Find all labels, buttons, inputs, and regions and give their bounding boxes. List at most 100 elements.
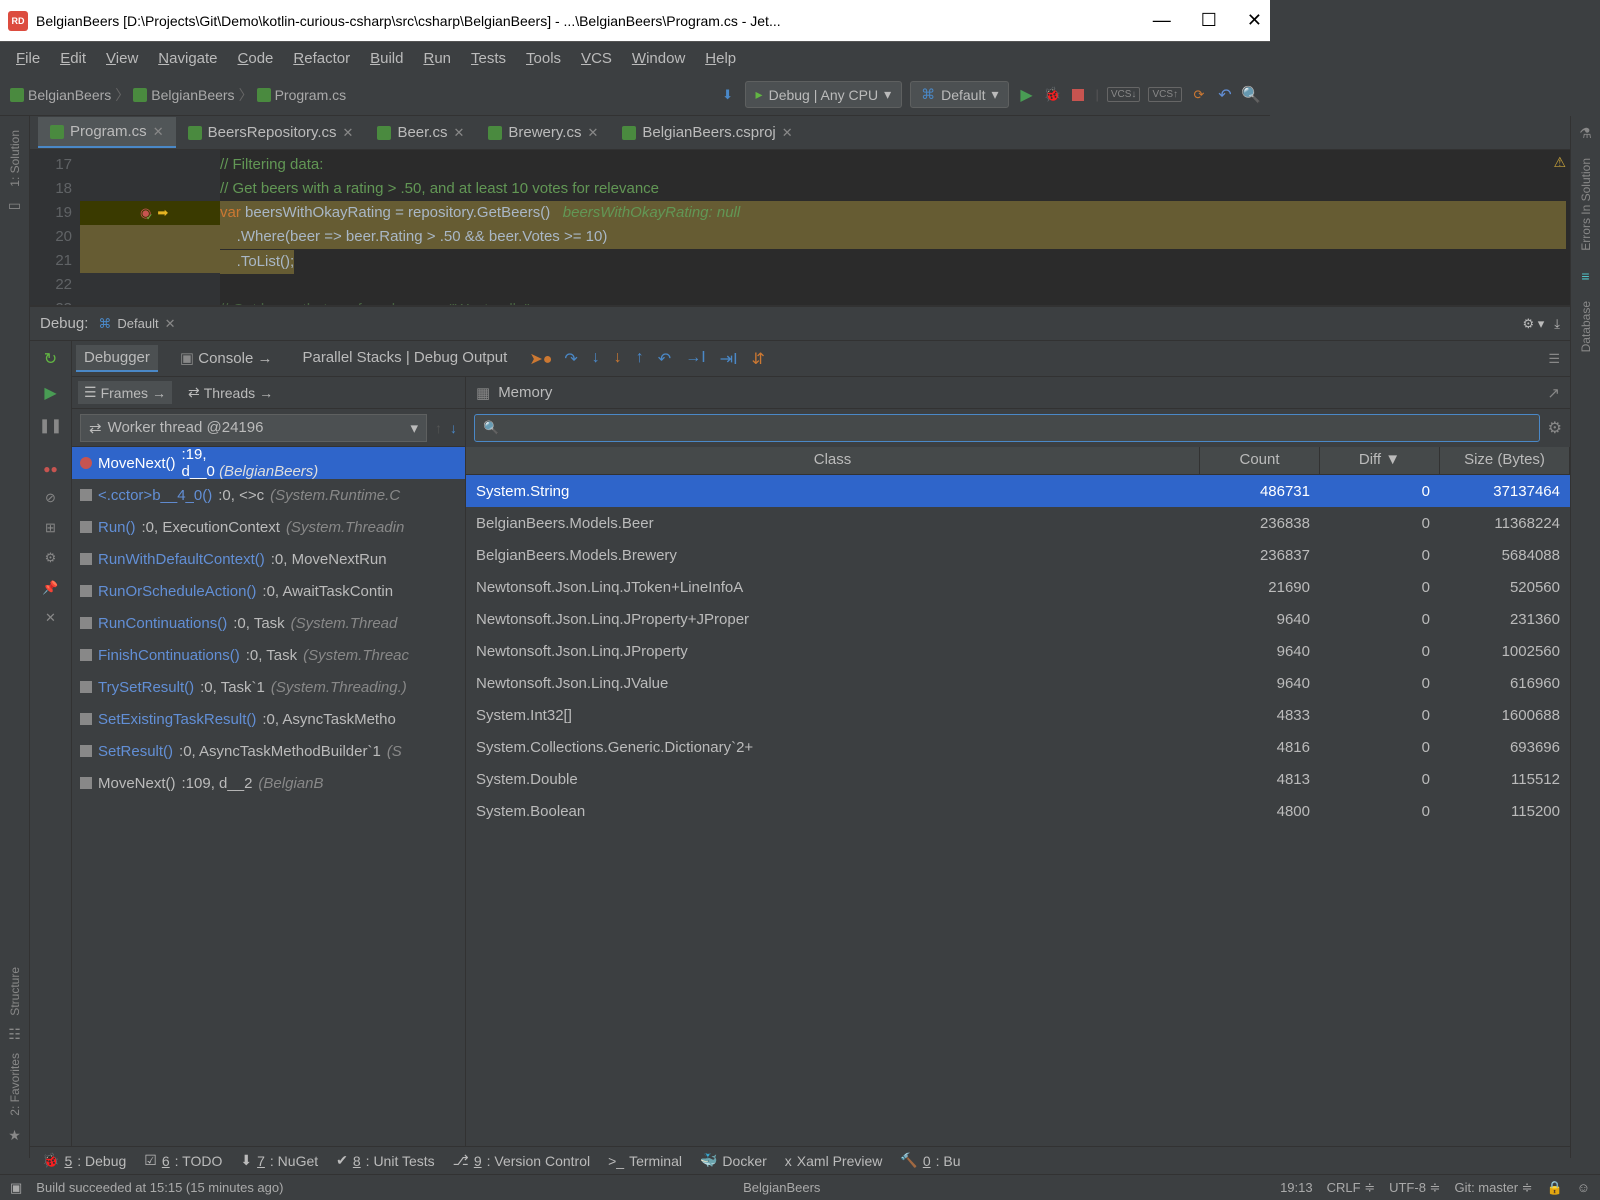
memory-row[interactable]: System.String486731037137464 (466, 475, 1570, 507)
memory-row[interactable]: BelgianBeers.Models.Brewery2368370568408… (466, 539, 1570, 571)
col-diff[interactable]: Diff ▼ (1320, 447, 1440, 474)
menu-tests[interactable]: Tests (463, 46, 514, 71)
settings-icon[interactable]: ⚙ ▾ (1522, 316, 1544, 332)
run-to-cursor-icon[interactable]: →I (685, 349, 705, 369)
memory-row[interactable]: Newtonsoft.Json.Linq.JProperty9640010025… (466, 635, 1570, 667)
layout-icon[interactable]: ☰ (1548, 351, 1570, 367)
step-into-icon[interactable]: ↓ (592, 349, 600, 369)
restore-layout-icon[interactable]: ↗ (1547, 384, 1560, 402)
memory-row[interactable]: System.Double48130115512 (466, 763, 1570, 795)
stop-button[interactable] (1069, 86, 1087, 104)
menu-view[interactable]: View (98, 46, 146, 71)
tool-nuget[interactable]: ⬇ 7: NuGet (240, 1152, 318, 1169)
editor-tab[interactable]: BelgianBeers.csproj ✕ (610, 118, 804, 147)
show-execution-point-icon[interactable]: ➤● (529, 349, 552, 369)
target-combo[interactable]: ⌘Default▾ (910, 81, 1009, 108)
menu-run[interactable]: Run (415, 46, 459, 71)
close-icon[interactable]: ✕ (343, 125, 354, 141)
breadcrumb-item[interactable]: Program.cs (257, 87, 347, 103)
console-tab[interactable]: ▣ Console → (172, 345, 281, 373)
mute-breakpoints-button[interactable]: ⊘ (45, 490, 56, 506)
memory-row[interactable]: BelgianBeers.Models.Beer236838011368224 (466, 507, 1570, 539)
frame-row[interactable]: RunOrScheduleAction():0, AwaitTaskContin (72, 575, 465, 607)
tool-unit-tests[interactable]: ✔ 8: Unit Tests (336, 1152, 435, 1169)
editor-tab[interactable]: Brewery.cs ✕ (476, 118, 610, 147)
structure-tool[interactable]: Structure (8, 961, 22, 1022)
code-text[interactable]: ⚠ // Filtering data: // Get beers with a… (220, 150, 1570, 305)
editor-tab[interactable]: Program.cs ✕ (38, 117, 176, 148)
errors-tool[interactable]: Errors In Solution (1579, 152, 1593, 257)
settings-icon[interactable]: ⚙ (45, 550, 57, 566)
history-icon[interactable]: ⟳ (1190, 86, 1208, 104)
editor[interactable]: 17181920212223 ◉✓➡ ⚠ // Filtering data: … (30, 150, 1570, 305)
menu-window[interactable]: Window (624, 46, 693, 71)
menu-refactor[interactable]: Refactor (285, 46, 358, 71)
tool-todo[interactable]: ☑ 6: TODO (144, 1152, 222, 1169)
step-over-icon[interactable]: ↷ (564, 349, 577, 369)
solution-tool[interactable]: 1: Solution (8, 124, 22, 193)
debugger-tab[interactable]: Debugger (76, 345, 158, 372)
warning-icon[interactable]: ⚠ (1553, 150, 1566, 174)
export-icon[interactable]: ⤓ (1554, 316, 1560, 332)
frame-row[interactable]: SetResult():0, AsyncTaskMethodBuilder`1 … (72, 735, 465, 767)
hector-icon[interactable]: ☺ (1577, 1180, 1590, 1195)
threads-tab[interactable]: ⇄ Threads → (182, 381, 279, 404)
memory-search-input[interactable]: 🔍 (474, 414, 1540, 442)
line-ending[interactable]: CRLF ≑ (1327, 1180, 1375, 1196)
memory-table[interactable]: Class Count Diff ▼ Size (Bytes) System.S… (466, 447, 1570, 1158)
close-icon[interactable]: ✕ (453, 125, 464, 141)
close-icon[interactable]: ✕ (782, 125, 793, 141)
vcs-commit-button[interactable]: VCS↑ (1148, 87, 1182, 102)
close-button[interactable]: ✕ (1247, 10, 1262, 31)
frames-list[interactable]: MoveNext():19, d__0 (BelgianBeers)<.ccto… (72, 447, 465, 1158)
vcs-update-button[interactable]: VCS↓ (1107, 87, 1141, 102)
evaluate-icon[interactable]: ⇵ (752, 349, 765, 369)
frame-row[interactable]: MoveNext():109, d__2 (BelgianB (72, 767, 465, 799)
next-frame-button[interactable]: ↓ (450, 420, 457, 436)
breadcrumb-item[interactable]: BelgianBeers (133, 87, 234, 103)
run-config-combo[interactable]: ▸Debug | Any CPU▾ (745, 81, 903, 108)
tool-debug[interactable]: 🐞 5: Debug (42, 1152, 126, 1169)
parallel-stacks-tab[interactable]: Parallel Stacks | Debug Output (294, 345, 515, 372)
menu-file[interactable]: File (8, 46, 48, 71)
force-step-into-icon[interactable]: ↓ (614, 349, 622, 369)
step-out-icon[interactable]: ↑ (636, 349, 644, 369)
favorites-tool[interactable]: 2: Favorites (8, 1047, 22, 1122)
menu-help[interactable]: Help (697, 46, 744, 71)
menu-tools[interactable]: Tools (518, 46, 569, 71)
memory-row[interactable]: Newtonsoft.Json.Linq.JProperty+JProper96… (466, 603, 1570, 635)
tool-terminal[interactable]: >_ Terminal (608, 1153, 682, 1169)
layout-icon[interactable]: ⊞ (45, 520, 56, 536)
pin-icon[interactable]: 📌 (42, 580, 58, 596)
tool-windows-icon[interactable]: ▣ (10, 1180, 22, 1196)
resume-button[interactable]: ▶ (44, 383, 56, 403)
frames-tab[interactable]: ☰ Frames → (78, 381, 172, 404)
database-tool[interactable]: Database (1579, 295, 1593, 358)
frame-row[interactable]: TrySetResult():0, Task`1 (System.Threadi… (72, 671, 465, 703)
breakpoint-gutter[interactable]: ◉✓➡ (80, 150, 220, 305)
frame-row[interactable]: RunContinuations():0, Task (System.Threa… (72, 607, 465, 639)
git-branch[interactable]: Git: master ≑ (1454, 1180, 1532, 1196)
menu-code[interactable]: Code (230, 46, 282, 71)
col-count[interactable]: Count (1200, 447, 1320, 474)
force-run-to-cursor-icon[interactable]: ⇥I (720, 349, 738, 369)
close-icon[interactable]: ✕ (165, 316, 176, 332)
structure-icon[interactable]: ☷ (6, 1025, 24, 1043)
frame-row[interactable]: Run():0, ExecutionContext (System.Thread… (72, 511, 465, 543)
rerun-button[interactable]: ↻ (44, 349, 57, 369)
drop-frame-icon[interactable]: ↶ (658, 349, 671, 369)
memory-row[interactable]: System.Collections.Generic.Dictionary`2+… (466, 731, 1570, 763)
breadcrumb-item[interactable]: BelgianBeers (10, 87, 111, 103)
maximize-button[interactable]: ☐ (1201, 10, 1217, 31)
pause-button[interactable]: ❚❚ (39, 417, 62, 434)
editor-tab[interactable]: Beer.cs ✕ (365, 118, 476, 147)
database-icon[interactable]: ≡ (1577, 267, 1595, 285)
download-icon[interactable]: ⬇ (719, 86, 737, 104)
menu-navigate[interactable]: Navigate (150, 46, 225, 71)
frame-row[interactable]: RunWithDefaultContext():0, MoveNextRun (72, 543, 465, 575)
lock-icon[interactable]: 🔒 (1547, 1180, 1563, 1196)
tool-bu[interactable]: 🔨 0: Bu (900, 1152, 960, 1169)
col-class[interactable]: Class (466, 447, 1200, 474)
memory-row[interactable]: System.Boolean48000115200 (466, 795, 1570, 827)
memory-row[interactable]: System.Int32[]483301600688 (466, 699, 1570, 731)
